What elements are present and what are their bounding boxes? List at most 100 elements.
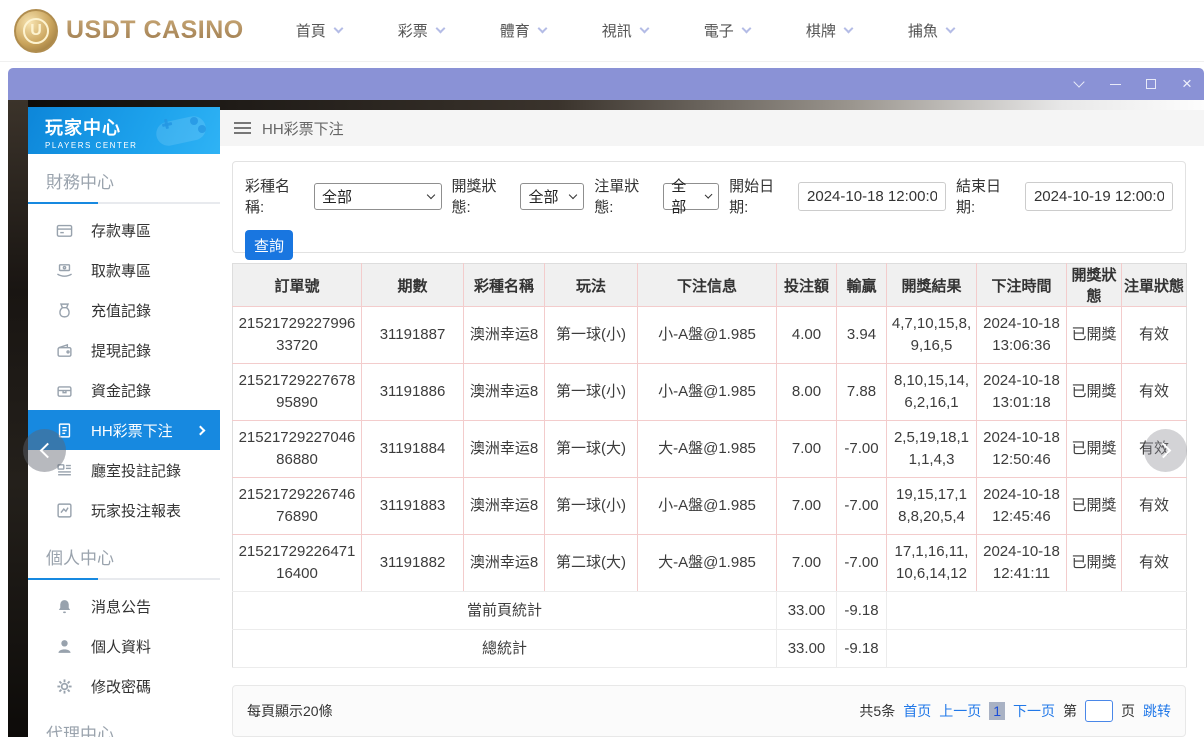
sidebar-item-profile[interactable]: 個人資料 — [28, 626, 220, 666]
table-cell: 已開獎 — [1066, 420, 1122, 478]
table-cell: 7.00 — [776, 420, 837, 478]
nav-item-slots[interactable]: 電子 — [704, 20, 752, 41]
panel-expand-button[interactable] — [1144, 429, 1187, 472]
current-page-indicator[interactable]: 1 — [989, 702, 1005, 720]
section-title: 財務中心 — [46, 173, 114, 192]
sidebar-item-recharge-record[interactable]: 充值記錄 — [28, 290, 220, 330]
table-cell: 31191883 — [361, 477, 464, 535]
table-cell: 4,7,10,15,8,9,16,5 — [886, 306, 977, 364]
personal-section-header: 個人中心 — [28, 530, 220, 569]
sidebar-item-funds-record[interactable]: 資金記錄 — [28, 370, 220, 410]
agent-section-header: 代理中心 — [28, 706, 220, 737]
draw-status-select[interactable]: 全部 — [520, 182, 585, 210]
table-cell: 2024-10-18 13:06:36 — [976, 306, 1067, 364]
order-status-label: 注單狀態: — [594, 178, 640, 216]
next-page-link[interactable]: 下一页 — [1013, 701, 1055, 721]
nav-item-sports[interactable]: 體育 — [500, 20, 548, 41]
sidebar-item-player-bet-report[interactable]: 玩家投注報表 — [28, 490, 220, 530]
table-cell: 2024-10-18 12:41:11 — [976, 534, 1067, 592]
chevron-down-icon — [435, 23, 446, 34]
jump-suffix-text: 页 — [1121, 703, 1135, 719]
table-cell: 31191884 — [361, 420, 464, 478]
table-row: 2152172922799633720 31191887 澳洲幸运8 第一球(小… — [232, 306, 1187, 364]
chevron-down-icon — [741, 23, 752, 34]
jump-button[interactable]: 跳转 — [1143, 701, 1171, 721]
end-date-input[interactable] — [1024, 181, 1173, 211]
sidebar-item-withdrawal-record[interactable]: 提現記錄 — [28, 330, 220, 370]
sidebar-item-label: 資金記錄 — [91, 382, 152, 400]
sidebar-header: 玩家中心 PLAYERS CENTER — [28, 107, 220, 154]
chevron-down-icon — [639, 23, 650, 34]
page-jump-input[interactable] — [1085, 700, 1113, 722]
sidebar-item-label: 玩家投注報表 — [91, 502, 182, 520]
sidebar-item-announcements[interactable]: 消息公告 — [28, 586, 220, 626]
start-date-input[interactable] — [798, 181, 947, 211]
logo-coin-icon: U — [14, 8, 58, 53]
sidebar-item-deposit[interactable]: 存款專區 — [28, 210, 220, 250]
first-page-link[interactable]: 首页 — [903, 701, 931, 721]
table-cell: 31191887 — [361, 306, 464, 364]
table-cell: 大-A盤@1.985 — [637, 534, 777, 592]
summary-win-loss: -9.18 — [836, 629, 887, 668]
page-summary-row: 當前頁統計 33.00 -9.18 — [232, 591, 1187, 630]
nav-item-lottery[interactable]: 彩票 — [398, 20, 446, 41]
search-button[interactable]: 查詢 — [245, 230, 293, 260]
table-cell: 19,15,17,18,8,20,5,4 — [886, 477, 977, 535]
prev-page-link[interactable]: 上一页 — [939, 701, 981, 721]
table-cell: 小-A盤@1.985 — [637, 363, 777, 421]
logo-letter: U — [23, 17, 49, 44]
sidebar-item-withdraw[interactable]: 取款專區 — [28, 250, 220, 290]
chevron-down-icon — [537, 23, 548, 34]
sidebar-item-change-password[interactable]: 修改密碼 — [28, 666, 220, 706]
select-value: 全部 — [671, 178, 687, 216]
start-date-label: 開始日期: — [729, 178, 775, 216]
table-cell: 3.94 — [836, 306, 887, 364]
section-underline — [28, 578, 220, 580]
order-status-select[interactable]: 全部 — [663, 178, 720, 216]
table-row: 2152172922704686880 31191884 澳洲幸运8 第一球(大… — [232, 420, 1187, 478]
purse-icon — [57, 385, 72, 397]
table-cell: 7.00 — [776, 477, 837, 535]
logo-text: USDT CASINO — [66, 16, 244, 44]
window-close-icon[interactable]: × — [1180, 75, 1194, 92]
sidebar-item-label: 取款專區 — [91, 262, 152, 280]
table-cell: 小-A盤@1.985 — [637, 306, 777, 364]
grand-summary-row: 總統計 33.00 -9.18 — [232, 629, 1187, 668]
nav-item-video[interactable]: 視訊 — [601, 20, 650, 41]
chevron-right-icon — [195, 425, 206, 435]
hamburger-menu-icon[interactable] — [234, 119, 251, 137]
money-bag-icon — [59, 302, 70, 318]
table-row: 2152172922674676890 31191883 澳洲幸运8 第一球(小… — [232, 477, 1187, 535]
chevron-down-icon — [426, 190, 435, 199]
sidebar: 玩家中心 PLAYERS CENTER 財務中心 存款專區 取款專區 充值記錄 … — [28, 107, 220, 737]
table-cell: 大-A盤@1.985 — [637, 420, 777, 478]
window-minimize-icon[interactable] — [1108, 77, 1122, 91]
sidebar-collapse-button[interactable] — [23, 429, 66, 472]
nav-item-fishing[interactable]: 捕魚 — [908, 20, 956, 41]
table-cell: 2152172922767895890 — [232, 363, 362, 421]
table-cell: 2024-10-18 12:45:46 — [976, 477, 1067, 535]
nav-label: 視訊 — [601, 23, 632, 40]
personal-menu: 消息公告 個人資料 修改密碼 — [28, 586, 220, 706]
nav-item-home[interactable]: 首頁 — [296, 20, 344, 41]
nav-label: 棋牌 — [805, 23, 836, 40]
table-cell: 2152172922704686880 — [232, 420, 362, 478]
report-chart-icon — [57, 502, 72, 518]
window-maximize-icon[interactable] — [1144, 77, 1158, 91]
nav-item-boardgames[interactable]: 棋牌 — [805, 20, 854, 41]
table-cell: 有效 — [1121, 477, 1187, 535]
table-cell: 小-A盤@1.985 — [637, 477, 777, 535]
window-controls: × — [1072, 68, 1194, 100]
summary-bet-total: 33.00 — [776, 629, 837, 668]
table-cell: 2152172922799633720 — [232, 306, 362, 364]
sidebar-item-label: 存款專區 — [91, 222, 152, 240]
bets-table: 訂單號 期數 彩種名稱 玩法 下注信息 投注額 輸贏 開獎結果 下注時間 開獎狀… — [232, 263, 1187, 668]
table-cell: 第一球(小) — [544, 306, 638, 364]
site-logo[interactable]: U USDT CASINO — [14, 8, 244, 53]
lottery-name-select[interactable]: 全部 — [313, 182, 442, 210]
window-dropdown-icon[interactable] — [1072, 76, 1086, 91]
table-header-row: 訂單號 期數 彩種名稱 玩法 下注信息 投注額 輸贏 開獎結果 下注時間 開獎狀… — [232, 263, 1187, 307]
table-cell: 8.00 — [776, 363, 837, 421]
table-row: 2152172922647116400 31191882 澳洲幸运8 第二球(大… — [232, 534, 1187, 592]
table-cell: 7.88 — [836, 363, 887, 421]
